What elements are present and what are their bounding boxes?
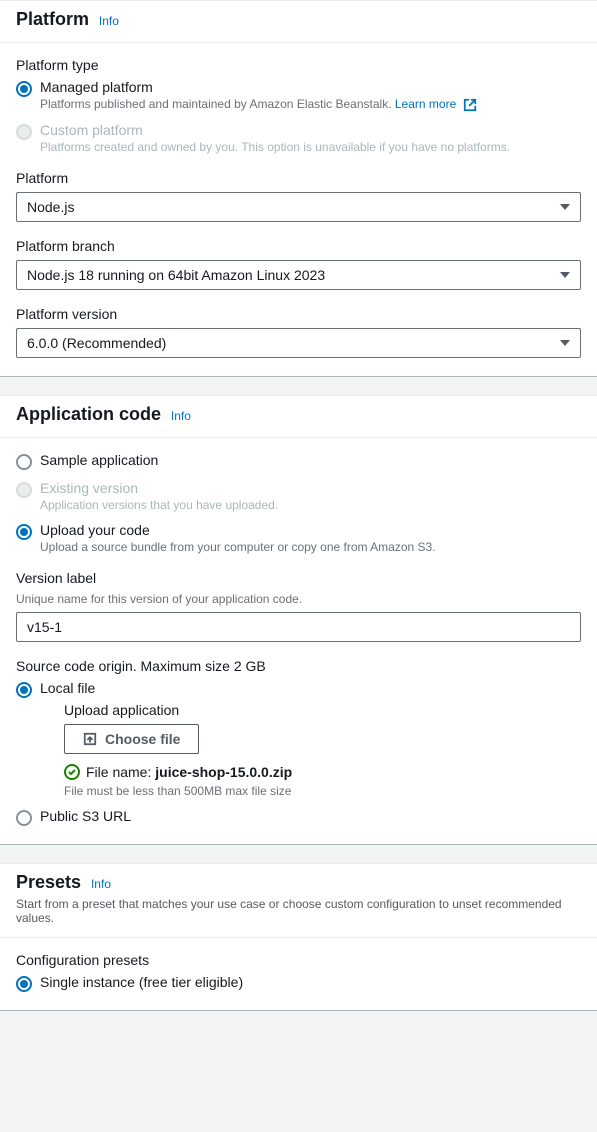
upload-app-label: Upload application <box>64 702 581 718</box>
learn-more-link[interactable]: Learn more <box>395 97 477 111</box>
platform-select-group: Platform Node.js <box>16 170 581 222</box>
radio-local-file[interactable]: Local file Upload application Choose fil… <box>16 680 581 798</box>
choose-file-button[interactable]: Choose file <box>64 724 199 754</box>
radio-icon <box>16 976 32 992</box>
upload-application-block: Upload application Choose file File name… <box>64 702 581 798</box>
presets-title: Presets <box>16 872 81 892</box>
upload-code-desc: Upload a source bundle from your compute… <box>40 540 581 554</box>
platform-select-label: Platform <box>16 170 581 186</box>
upload-code-label: Upload your code <box>40 522 581 538</box>
spacer <box>0 845 597 863</box>
presets-panel: Presets Info Start from a preset that ma… <box>0 863 597 1011</box>
platform-branch-select[interactable]: Node.js 18 running on 64bit Amazon Linux… <box>16 260 581 290</box>
platform-branch-group: Platform branch Node.js 18 running on 64… <box>16 238 581 290</box>
managed-platform-desc: Platforms published and maintained by Am… <box>40 97 581 112</box>
version-label-hint: Unique name for this version of your app… <box>16 592 581 606</box>
platform-version-label: Platform version <box>16 306 581 322</box>
platform-panel: Platform Info Platform type Managed plat… <box>0 0 597 377</box>
file-name-row: File name: juice-shop-15.0.0.zip <box>64 764 581 780</box>
custom-platform-label: Custom platform <box>40 122 581 138</box>
radio-icon <box>16 124 32 140</box>
radio-managed-platform[interactable]: Managed platform Platforms published and… <box>16 79 581 112</box>
platform-info-link[interactable]: Info <box>99 14 119 28</box>
version-label-group: Version label Unique name for this versi… <box>16 570 581 642</box>
presets-header: Presets Info Start from a preset that ma… <box>0 864 597 938</box>
single-instance-label: Single instance (free tier eligible) <box>40 974 581 990</box>
chevron-down-icon <box>560 340 570 346</box>
version-label-input[interactable] <box>16 612 581 642</box>
platform-select[interactable]: Node.js <box>16 192 581 222</box>
appcode-info-link[interactable]: Info <box>171 409 191 423</box>
custom-platform-desc: Platforms created and owned by you. This… <box>40 140 581 154</box>
chevron-down-icon <box>560 204 570 210</box>
radio-icon <box>16 81 32 97</box>
s3-url-label: Public S3 URL <box>40 808 581 824</box>
source-origin-group: Source code origin. Maximum size 2 GB Lo… <box>16 658 581 826</box>
radio-custom-platform: Custom platform Platforms created and ow… <box>16 122 581 154</box>
application-code-panel: Application code Info Sample application… <box>0 395 597 845</box>
appcode-header: Application code Info <box>0 396 597 438</box>
local-file-label: Local file <box>40 680 581 696</box>
upload-icon <box>83 732 97 746</box>
version-label-title: Version label <box>16 570 581 586</box>
radio-icon <box>16 454 32 470</box>
appcode-radio-group: Sample application Existing version Appl… <box>16 452 581 554</box>
platform-type-group: Platform type Managed platform Platforms… <box>16 57 581 154</box>
chevron-down-icon <box>560 272 570 278</box>
appcode-title: Application code <box>16 404 161 424</box>
existing-version-label: Existing version <box>40 480 581 496</box>
managed-platform-label: Managed platform <box>40 79 581 95</box>
radio-existing-version: Existing version Application versions th… <box>16 480 581 512</box>
config-presets-group: Configuration presets Single instance (f… <box>16 952 581 992</box>
platform-type-label: Platform type <box>16 57 581 73</box>
external-link-icon <box>463 98 477 112</box>
existing-version-desc: Application versions that you have uploa… <box>40 498 581 512</box>
file-size-hint: File must be less than 500MB max file si… <box>64 784 581 798</box>
presets-subtitle: Start from a preset that matches your us… <box>16 897 581 925</box>
radio-icon <box>16 682 32 698</box>
source-origin-title: Source code origin. Maximum size 2 GB <box>16 658 581 674</box>
presets-info-link[interactable]: Info <box>91 877 111 891</box>
success-check-icon <box>64 764 80 780</box>
platform-version-select[interactable]: 6.0.0 (Recommended) <box>16 328 581 358</box>
platform-title: Platform <box>16 9 89 29</box>
radio-icon <box>16 482 32 498</box>
radio-upload-code[interactable]: Upload your code Upload a source bundle … <box>16 522 581 554</box>
platform-version-group: Platform version 6.0.0 (Recommended) <box>16 306 581 358</box>
config-presets-label: Configuration presets <box>16 952 581 968</box>
platform-header: Platform Info <box>0 1 597 43</box>
file-name-label: File name: juice-shop-15.0.0.zip <box>86 764 292 780</box>
spacer <box>0 377 597 395</box>
radio-public-s3-url[interactable]: Public S3 URL <box>16 808 581 826</box>
platform-branch-label: Platform branch <box>16 238 581 254</box>
radio-icon <box>16 810 32 826</box>
radio-single-instance[interactable]: Single instance (free tier eligible) <box>16 974 581 992</box>
radio-sample-application[interactable]: Sample application <box>16 452 581 470</box>
radio-icon <box>16 524 32 540</box>
sample-app-label: Sample application <box>40 452 581 468</box>
